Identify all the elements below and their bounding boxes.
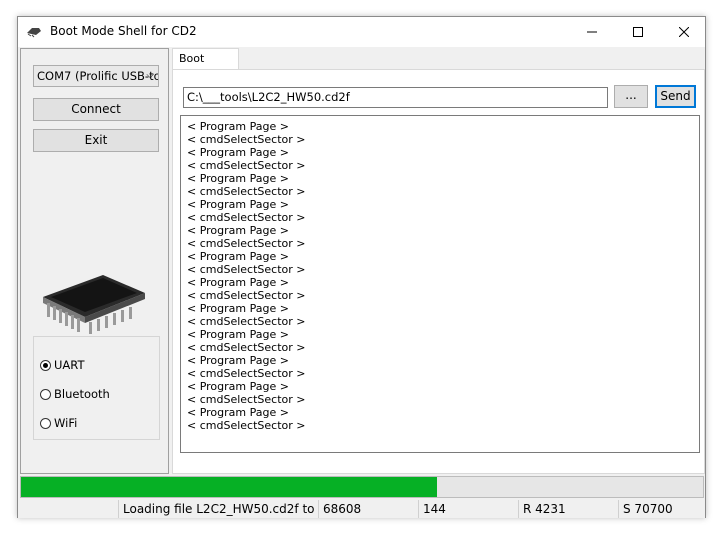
log-line: < Program Page > [187,328,289,341]
left-panel: COM7 (Prolific USB-to ⌵ Connect Exit UAR… [20,48,169,474]
status-value-4: S 70700 [623,502,673,516]
radio-uart[interactable]: UART [40,358,84,372]
radio-uart-label: UART [54,358,85,372]
minimize-icon [587,31,597,33]
browse-button[interactable]: ... [614,85,648,108]
status-value-3: R 4231 [519,500,619,518]
minimize-button[interactable] [569,17,615,47]
log-line: < cmdSelectSector > [187,237,306,250]
app-icon [27,28,41,38]
radio-unselected-icon [40,388,51,400]
log-line: < cmdSelectSector > [187,393,306,406]
progress-bar [20,476,704,498]
log-line: < Program Page > [187,406,289,419]
status-value-2: 144 [419,500,519,518]
radio-selected-icon [40,359,51,371]
boot-mode-page: C:\___tools\L2C2_HW50.cd2f ... Send < Pr… [172,69,705,474]
send-button[interactable]: Send [655,85,696,108]
log-line: < Program Page > [187,380,289,393]
log-line: < cmdSelectSector > [187,159,306,172]
app-window: Boot Mode Shell for CD2 COM7 (Prolific U… [17,16,706,518]
file-path-field[interactable]: C:\___tools\L2C2_HW50.cd2f [183,87,608,108]
log-line: < cmdSelectSector > [187,211,306,224]
log-line: < cmdSelectSector > [187,133,306,146]
tab-control: Boot mode C:\___tools\L2C2_HW50.cd2f ...… [172,48,705,474]
close-button[interactable] [661,17,707,47]
log-line: < cmdSelectSector > [187,367,306,380]
port-select[interactable]: COM7 (Prolific USB-to ⌵ [33,65,159,87]
radio-wifi[interactable]: WiFi [40,416,77,430]
connect-button[interactable]: Connect [33,98,159,121]
log-line: < cmdSelectSector > [187,419,306,432]
window-title: Boot Mode Shell for CD2 [50,24,197,38]
status-cell-empty [18,500,119,518]
log-line: < cmdSelectSector > [187,289,306,302]
log-line: < Program Page > [187,354,289,367]
tab-boot-mode[interactable]: Boot mode [172,48,239,85]
microchip-icon [43,275,145,334]
radio-bluetooth-label: Bluetooth [54,387,110,401]
radio-wifi-label: WiFi [54,416,78,430]
log-line: < cmdSelectSector > [187,315,306,328]
exit-button[interactable]: Exit [33,129,159,152]
radio-bluetooth[interactable]: Bluetooth [40,387,110,401]
log-line: < Program Page > [187,276,289,289]
status-bar: Loading file L2C2_HW50.cd2f to Flash 686… [18,500,705,518]
interface-group: UART Bluetooth WiFi [33,336,160,440]
status-value-1: 68608 [319,500,419,518]
port-select-value: COM7 (Prolific USB-to [37,69,159,83]
log-line: < cmdSelectSector > [187,185,306,198]
radio-unselected-icon [40,417,51,429]
log-line: < Program Page > [187,198,289,211]
close-icon [679,27,689,37]
title-bar: Boot Mode Shell for CD2 [18,17,705,47]
status-message: Loading file L2C2_HW50.cd2f to Flash [119,500,319,518]
log-line: < Program Page > [187,224,289,237]
log-line: < Program Page > [187,172,289,185]
chevron-down-icon: ⌵ [146,70,154,81]
log-line: < Program Page > [187,250,289,263]
log-line: < cmdSelectSector > [187,341,306,354]
log-line: < Program Page > [187,302,289,315]
log-line: < Program Page > [187,146,289,159]
log-line: < Program Page > [187,120,289,133]
log-output[interactable]: < Program Page > < cmdSelectSector > < Pro… [180,115,700,453]
maximize-button[interactable] [615,17,661,47]
maximize-icon [633,27,643,37]
progress-fill [21,477,438,497]
log-line: < cmdSelectSector > [187,263,306,276]
